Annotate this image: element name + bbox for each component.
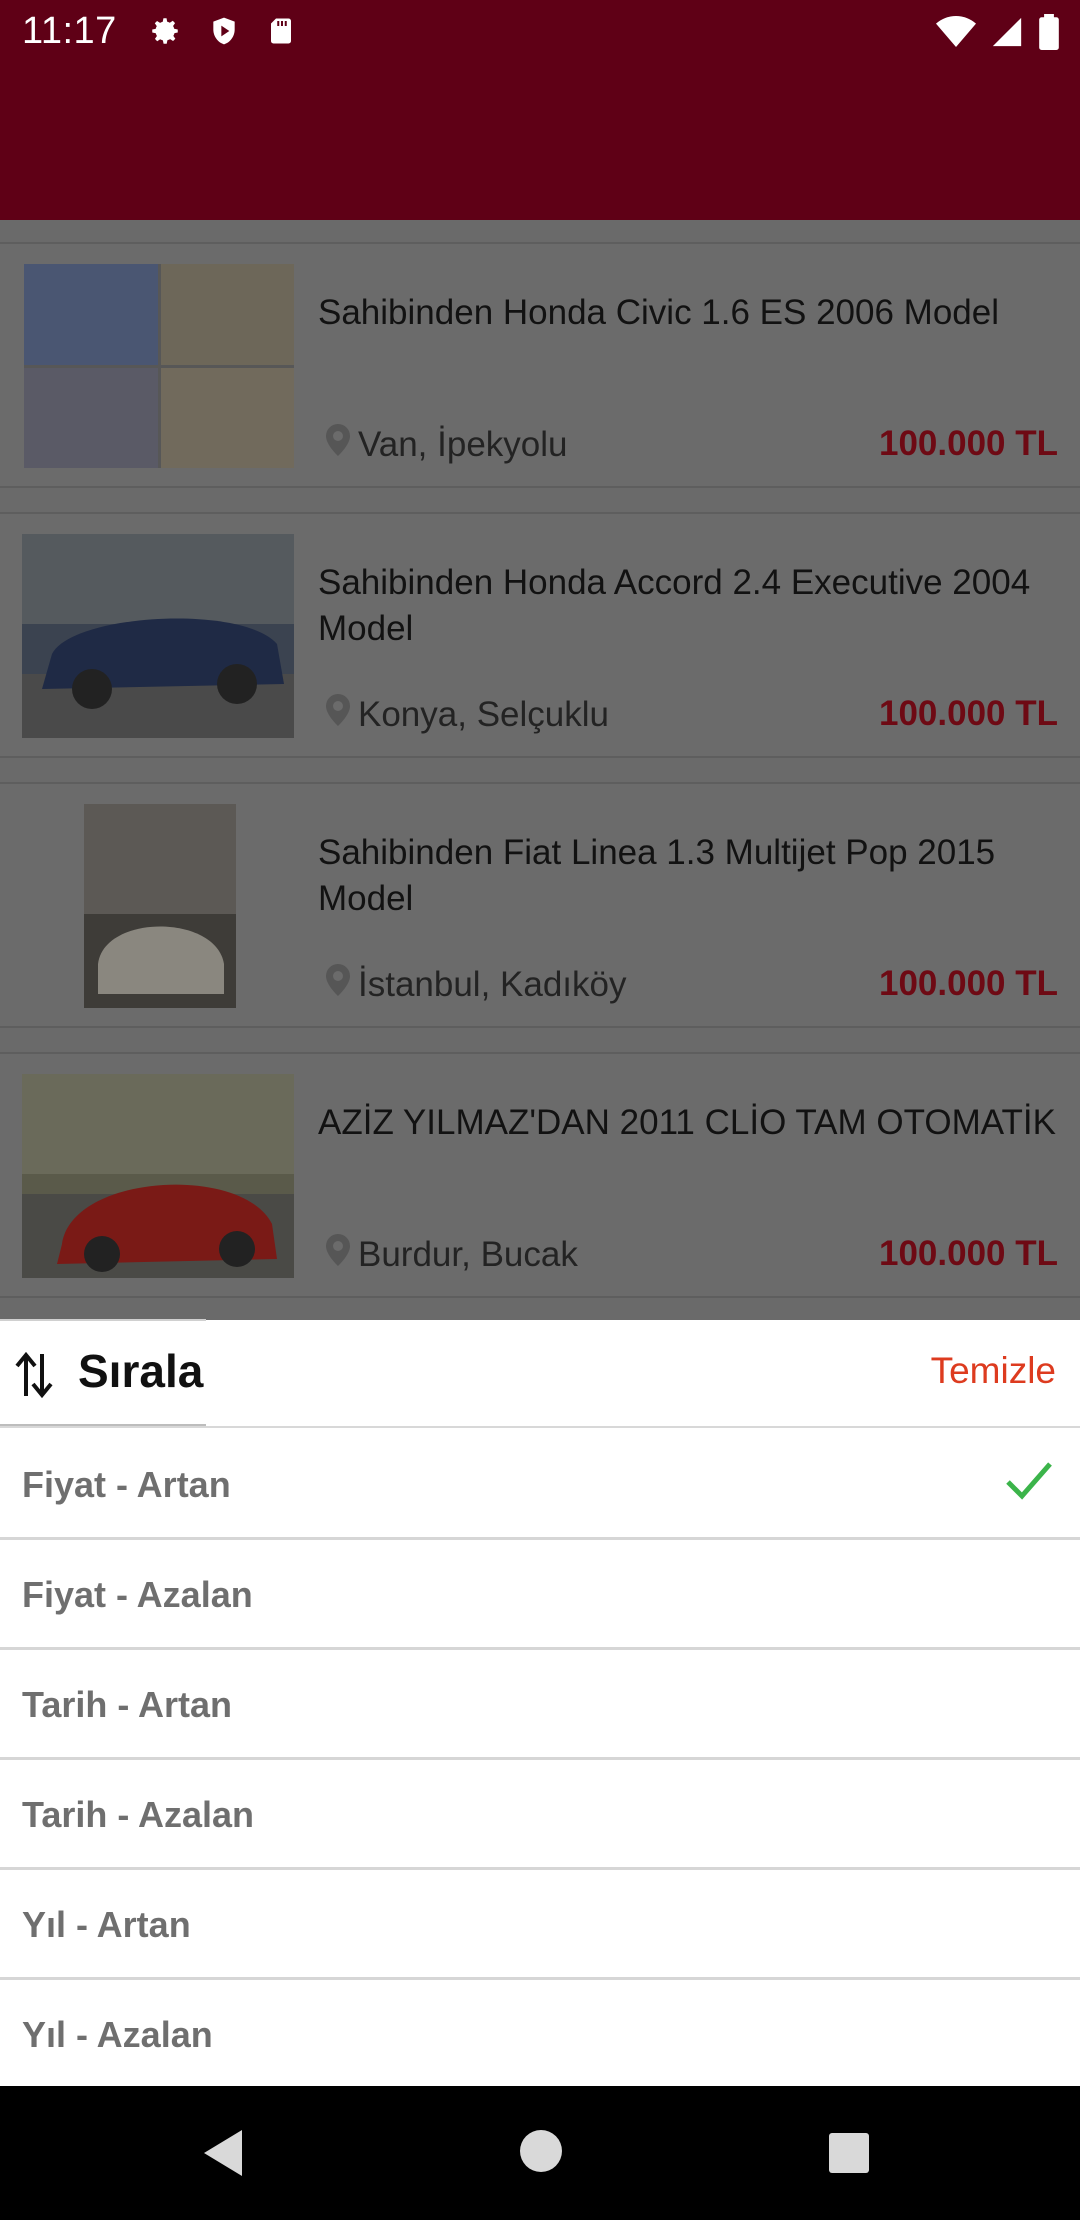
sort-option-label: Tarih - Artan	[22, 1684, 233, 1725]
gear-icon	[148, 14, 182, 53]
listing-card[interactable]: Sahibinden Fiat Linea 1.3 Multijet Pop 2…	[0, 782, 1080, 1028]
listing-card[interactable]: Sahibinden Honda Civic 1.6 ES 2006 Model…	[0, 242, 1080, 488]
clear-button[interactable]: Temizle	[931, 1350, 1056, 1392]
sort-option-date-desc[interactable]: Tarih - Azalan	[0, 1760, 1080, 1870]
location-pin-icon	[326, 964, 350, 1005]
header-divider	[0, 1424, 206, 1426]
listing-location-text: Konya, Selçuklu	[358, 694, 609, 734]
status-bar: 11:17	[0, 0, 1080, 64]
listing-location-text: Burdur, Bucak	[358, 1234, 578, 1274]
listing-photo	[24, 264, 294, 468]
back-icon[interactable]	[202, 2128, 246, 2183]
listing-location: İstanbul, Kadıköy	[326, 964, 627, 1005]
sort-option-price-desc[interactable]: Fiyat - Azalan	[0, 1540, 1080, 1650]
listing-location: Van, İpekyolu	[326, 424, 568, 465]
signal-icon	[990, 15, 1024, 54]
listing-price: 100.000 TL	[879, 694, 1058, 733]
header-divider	[0, 1319, 206, 1321]
listing-list: Sahibinden Honda Civic 1.6 ES 2006 Model…	[0, 220, 1080, 1320]
sort-icon	[14, 1350, 54, 1405]
listing-title: Sahibinden Fiat Linea 1.3 Multijet Pop 2…	[318, 833, 996, 918]
location-pin-icon	[326, 424, 350, 465]
sort-option-label: Yıl - Azalan	[22, 2014, 213, 2055]
listing-location-text: Van, İpekyolu	[358, 424, 568, 464]
sort-option-label: Fiyat - Artan	[22, 1464, 231, 1505]
listing-photo	[22, 1074, 294, 1278]
status-time: 11:17	[22, 10, 117, 52]
listing-card[interactable]: Sahibinden Honda Accord 2.4 Executive 20…	[0, 512, 1080, 758]
listing-photo	[22, 534, 294, 738]
location-pin-icon	[326, 694, 350, 735]
listing-price: 100.000 TL	[879, 424, 1058, 463]
listing-title: Sahibinden Honda Civic 1.6 ES 2006 Model	[318, 293, 999, 332]
location-pin-icon	[326, 1234, 350, 1275]
sd-card-icon	[266, 14, 296, 53]
sort-option-label: Fiyat - Azalan	[22, 1574, 253, 1615]
listing-location-text: İstanbul, Kadıköy	[358, 964, 627, 1004]
listing-price: 100.000 TL	[879, 964, 1058, 1003]
sort-sheet-header: Sırala Temizle	[0, 1319, 1080, 1428]
listing-photo	[84, 804, 236, 1008]
sort-option-date-asc[interactable]: Tarih - Artan	[0, 1650, 1080, 1760]
sort-sheet-title: Sırala	[78, 1345, 204, 1397]
listing-title: AZİZ YILMAZ'DAN 2011 CLİO TAM OTOMATİK	[318, 1103, 1056, 1142]
sort-bottom-sheet: Sırala Temizle Fiyat - Artan Fiyat - Aza…	[0, 1319, 1080, 2086]
app-bar	[0, 64, 1080, 220]
listing-card[interactable]: AZİZ YILMAZ'DAN 2011 CLİO TAM OTOMATİK B…	[0, 1052, 1080, 1298]
listing-location: Burdur, Bucak	[326, 1234, 578, 1275]
listing-title: Sahibinden Honda Accord 2.4 Executive 20…	[318, 563, 1031, 648]
checkmark-icon	[1004, 1458, 1054, 1507]
wifi-icon	[936, 15, 976, 54]
sort-option-label: Yıl - Artan	[22, 1904, 191, 1945]
system-nav-bar	[0, 2086, 1080, 2220]
battery-icon	[1038, 14, 1060, 55]
recents-icon[interactable]	[828, 2132, 870, 2179]
sort-option-price-asc[interactable]: Fiyat - Artan	[0, 1430, 1080, 1540]
sort-option-year-desc[interactable]: Yıl - Azalan	[0, 1980, 1080, 2090]
listing-price: 100.000 TL	[879, 1234, 1058, 1273]
listing-location: Konya, Selçuklu	[326, 694, 609, 735]
sort-option-year-asc[interactable]: Yıl - Artan	[0, 1870, 1080, 1980]
home-icon[interactable]	[518, 2128, 564, 2179]
sort-option-label: Tarih - Azalan	[22, 1794, 255, 1835]
shield-icon	[208, 14, 240, 53]
